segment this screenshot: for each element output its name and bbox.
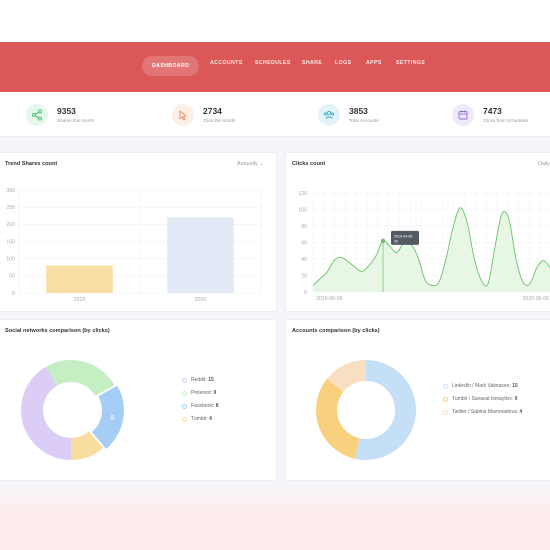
slice-label: 8: [110, 415, 114, 422]
nav-logs[interactable]: LOGS: [335, 60, 351, 66]
y-tick-label: 250: [6, 205, 15, 211]
legend-value: 9: [514, 396, 518, 402]
stat-value: 3853: [349, 106, 368, 116]
legend-value: 15: [512, 383, 518, 389]
stat-label: Shares this month: [57, 118, 95, 123]
y-tick-label: 200: [6, 222, 15, 228]
trend-shares-card: Trend Shares count Annually ⌄ 0 50 100 150 2…: [0, 152, 277, 312]
legend-label: Tumblr / Savavat Ismayilov: [452, 396, 512, 402]
bar: [46, 265, 113, 293]
legend-label: Tumblr: [191, 416, 207, 422]
y-tick-label: 50: [9, 274, 15, 280]
legend-value: 15: [208, 377, 214, 383]
nav-apps[interactable]: APPS: [366, 60, 382, 66]
stat-value: 7473: [483, 106, 502, 116]
y-tick-label: 150: [6, 239, 15, 245]
bar: [167, 217, 234, 293]
donut-slice: [46, 360, 115, 396]
clicks-count-card: Clicks count Daily 0 20 40 60 80 100 120 2019-0…: [285, 152, 550, 312]
x-tick-label: 2019: [74, 297, 86, 303]
y-tick-label: 300: [6, 188, 15, 194]
stat-label: Total Accounts: [349, 118, 379, 123]
calendar-icon: [452, 104, 474, 126]
nav-share[interactable]: SHARE: [302, 60, 322, 66]
users-icon: [318, 104, 340, 126]
stat-label: Click this month: [203, 118, 236, 123]
y-tick-label: 0: [304, 290, 307, 296]
social-networks-card: Social networks comparison (by clicks) 8…: [0, 319, 277, 481]
donut-slice: [316, 378, 360, 459]
legend-label: Twitter / Sabina Mammadova: [452, 409, 517, 415]
y-tick-label: 80: [301, 224, 307, 230]
top-whitespace: [0, 0, 550, 42]
legend-label: Pinterest: [191, 390, 211, 396]
legend-value: 8: [215, 403, 219, 409]
bottom-strip: [0, 485, 550, 550]
chart-tooltip: 2019-04-0842: [391, 230, 419, 245]
trend-bar-chart: 0 50 100 150 200 250 300 2019 2020: [6, 188, 262, 303]
legend-label: LinkedIn / Mark Valmasen: [452, 383, 510, 389]
main-navbar: DASHBOARD ACCOUNTS SCHEDULES SHARE LOGS …: [0, 42, 550, 92]
share-icon: [26, 104, 48, 126]
tooltip-date: 2019-04-08: [394, 234, 412, 238]
nav-accounts[interactable]: ACCOUNTS: [210, 60, 243, 66]
stat-value: 2734: [203, 106, 222, 116]
y-tick-label: 20: [301, 273, 307, 279]
y-tick-label: 100: [6, 256, 15, 262]
y-tick-label: 0: [12, 291, 15, 297]
x-tick-label: 2019-06-06: [316, 296, 343, 302]
nav-dashboard[interactable]: DASHBOARD: [142, 56, 200, 76]
social-donut-chart: 8: [21, 360, 124, 460]
x-tick-label: 2020: [195, 297, 207, 303]
accounts-card: Accounts comparison (by clicks) LinkedIn…: [285, 319, 550, 481]
stat-value: 9353: [57, 106, 76, 116]
x-tick-label: 2020-06-06: [522, 296, 549, 302]
y-tick-label: 100: [298, 207, 307, 213]
y-tick-label: 120: [298, 191, 307, 197]
legend-value: 4: [519, 409, 523, 415]
legend-value: 9: [213, 390, 217, 396]
stats-row: 9353 Shares this month 2734 Click this m…: [0, 92, 550, 137]
hover-point: [380, 238, 386, 244]
y-tick-label: 60: [301, 240, 307, 246]
legend-label: Facebook: [191, 403, 213, 409]
y-tick-label: 40: [301, 257, 307, 263]
clicks-area-chart: 0 20 40 60 80 100 120 2019-04-0842 2019-06-06 202…: [298, 191, 550, 302]
stat-label: Clicks from Schedules: [483, 118, 529, 123]
legend-label: Reddit: [191, 377, 206, 383]
legend-value: 4: [209, 416, 212, 422]
pointer-icon: [172, 104, 194, 126]
nav-schedules[interactable]: SCHEDULES: [255, 60, 291, 66]
nav-settings[interactable]: SETTINGS: [396, 60, 425, 66]
tooltip-value: 42: [394, 239, 398, 243]
